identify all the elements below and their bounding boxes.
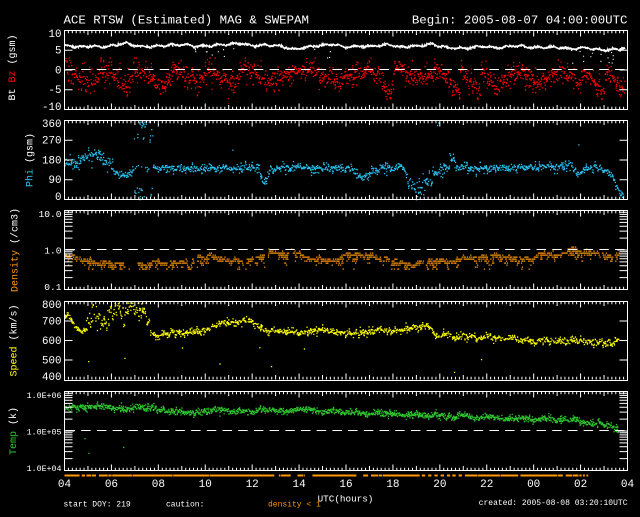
svg-text:500: 500: [42, 355, 61, 367]
svg-text:00: 00: [527, 479, 540, 491]
svg-text:02: 02: [574, 479, 587, 491]
svg-text:Begin: 2005-08-07 04:00:00UTC: Begin: 2005-08-07 04:00:00UTC: [412, 14, 628, 28]
svg-text:700: 700: [42, 316, 61, 328]
svg-text:Temp (k): Temp (k): [8, 407, 20, 455]
svg-text:-10: -10: [42, 102, 61, 114]
svg-text:270: 270: [42, 136, 61, 148]
svg-text:5: 5: [55, 46, 61, 58]
svg-text:360: 360: [42, 119, 61, 131]
svg-text:1.0E+05: 1.0E+05: [27, 428, 62, 437]
svg-text:800: 800: [42, 300, 61, 312]
svg-text:1.0E+04: 1.0E+04: [27, 465, 62, 474]
svg-text:400: 400: [42, 372, 61, 384]
svg-text:1.0E+06: 1.0E+06: [27, 392, 62, 401]
svg-text:caution:: caution:: [166, 501, 204, 510]
svg-text:90: 90: [49, 175, 62, 187]
svg-text:1.0: 1.0: [44, 245, 62, 256]
svg-text:14: 14: [292, 479, 306, 491]
svg-text:start DOY: 219: start DOY: 219: [64, 501, 131, 510]
svg-text:16: 16: [339, 479, 352, 491]
svg-text:0: 0: [55, 65, 61, 77]
svg-text:Bt Bz (gsm): Bt Bz (gsm): [7, 34, 19, 100]
svg-text:22: 22: [480, 479, 493, 491]
svg-text:20: 20: [433, 479, 446, 491]
svg-text:0.1: 0.1: [44, 282, 62, 293]
svg-text:10: 10: [49, 29, 62, 41]
svg-text:04: 04: [58, 479, 72, 491]
svg-text:12: 12: [246, 479, 259, 491]
svg-text:Phi (gsm): Phi (gsm): [25, 133, 37, 187]
svg-text:08: 08: [152, 479, 165, 491]
svg-text:density < 1: density < 1: [268, 501, 321, 510]
svg-text:0: 0: [55, 192, 61, 204]
svg-text:04: 04: [621, 479, 635, 491]
svg-text:UTC(hours): UTC(hours): [318, 494, 374, 505]
svg-text:18: 18: [386, 479, 399, 491]
svg-text:06: 06: [105, 479, 118, 491]
svg-text:10: 10: [199, 479, 212, 491]
svg-text:180: 180: [42, 155, 61, 167]
svg-text:created: 2005-08-08 03:20:10UT: created: 2005-08-08 03:20:10UTC: [479, 499, 628, 508]
svg-text:-5: -5: [49, 85, 62, 97]
svg-text:600: 600: [42, 336, 61, 348]
svg-text:Density (/cm3): Density (/cm3): [10, 208, 22, 292]
svg-text:10.0: 10.0: [38, 209, 61, 220]
svg-text:Speed (km/s): Speed (km/s): [9, 304, 21, 376]
svg-text:ACE RTSW (Estimated) MAG & SWE: ACE RTSW (Estimated) MAG & SWEPAM: [64, 14, 309, 28]
